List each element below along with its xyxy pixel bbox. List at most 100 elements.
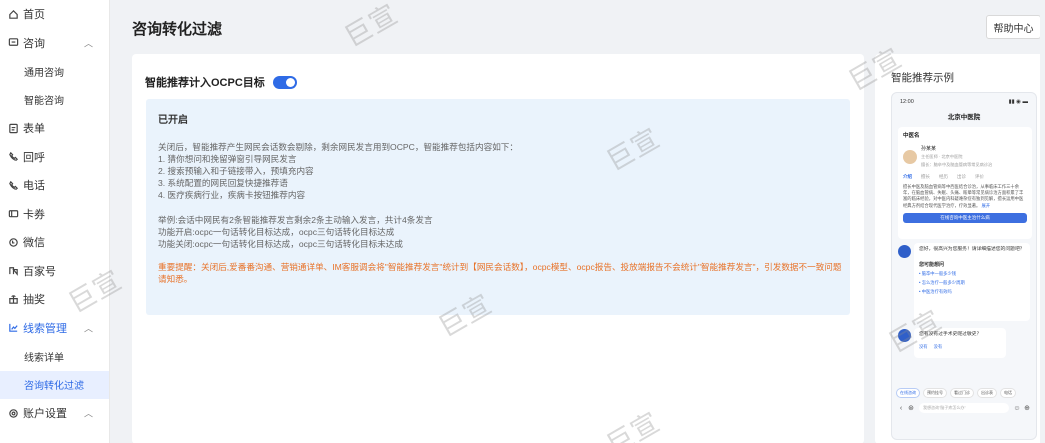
sidebar: 首页 咨询 ︿ 通用咨询 智能咨询 表单 回呼 电话 卡券 微信 百家号 抽奖 … [0, 0, 110, 443]
sidebar-item-lottery[interactable]: 抽奖 [0, 285, 109, 314]
bot-avatar [898, 245, 911, 258]
info-line: 2. 搜索预输入和子链接带入，预填充内容 [158, 166, 314, 176]
consult-cta: 在线咨询中医主治什么病 [903, 212, 1027, 223]
bubble-item: • 脑卒中一般多少钱 [919, 270, 957, 276]
doctor-tab: 介绍 [903, 174, 912, 179]
phone-chip: 出诊表 [977, 388, 997, 398]
sidebar-item-coupon[interactable]: 卡券 [0, 200, 109, 229]
doctor-name: 孙某某 [921, 146, 937, 152]
sidebar-item-label: 首页 [23, 9, 45, 22]
toggle-knob [285, 77, 295, 87]
chart-icon [7, 322, 19, 334]
phone-input-row: ‹ ⊛ 我想咨询"脑子疼怎么办" ☺ ⊕ [896, 401, 1032, 415]
chat-box-icon [7, 37, 19, 49]
example-title: 智能推荐示例 [891, 72, 954, 84]
doctor-card-title: 中医名 [903, 133, 920, 139]
baijiahao-icon [7, 265, 19, 277]
sidebar-item-label: 回呼 [23, 151, 45, 164]
form-icon [7, 122, 19, 134]
ocpc-toggle-row: 智能推荐计入OCPC目标 [145, 74, 297, 90]
sidebar-item-consult-filter[interactable]: 咨询转化过滤 [0, 370, 109, 399]
bubble-text: 您好，很高兴为您服务！请详细描述您的问题吧？ [919, 247, 1025, 252]
settings-card: 智能推荐计入OCPC目标 已开启 关闭后，智能推荐产生网民会话数会剔除，剩余网民… [132, 54, 864, 443]
sidebar-item-label: 智能咨询 [24, 96, 64, 108]
plus-icon: ⊕ [1024, 405, 1030, 412]
sidebar-item-form[interactable]: 表单 [0, 114, 109, 143]
doctor-avatar [903, 149, 917, 164]
callback-icon [7, 151, 19, 163]
chevron-up-icon: ︿ [84, 323, 94, 334]
bubble-item: • 怎么治疗一般多少周期 [919, 279, 965, 285]
sidebar-item-consult[interactable]: 咨询 ︿ [0, 29, 109, 58]
bubble2-option: 没有 [919, 343, 928, 349]
doctor-paragraph-text: 擅长中医及脑血管病等中西医结合诊治，从事临床工作三十余年，在脑血管病、失眠、头痛… [903, 184, 1024, 208]
phone-input: 我想咨询"脑子疼怎么办" [919, 403, 1009, 413]
scrollbar-track[interactable] [1040, 0, 1045, 443]
chevron-up-icon: ︿ [84, 38, 94, 49]
phone-chips: 在线咨询 预约挂号 看过门诊 出诊表 电话 [896, 388, 1016, 398]
info-box: 已开启 关闭后，智能推荐产生网民会话数会剔除，剩余网民发言用到OCPC，智能推荐… [146, 99, 850, 315]
bubble-head: 您可能想问 [919, 261, 945, 268]
info-line: 关闭后，智能推荐产生网民会话数会剔除，剩余网民发言用到OCPC，智能推荐包括内容… [158, 142, 518, 152]
sidebar-item-lead-details[interactable]: 线索详单 [0, 342, 109, 371]
info-line: 1. 猜你想问和挽留弹窗引导网民发言 [158, 154, 297, 164]
home-icon [7, 8, 19, 20]
important-warning: 重要提醒：关闭后,爱番番沟通、营销通详单、IM客服调会将"智能推荐发言"统计到【… [158, 262, 842, 284]
sidebar-item-home[interactable]: 首页 [0, 0, 109, 29]
card-icon [7, 208, 19, 220]
sidebar-item-phone[interactable]: 电话 [0, 171, 109, 200]
example-line: 举例:会话中网民有2条智能推荐发言剩余2条主动输入发言，共计4条发言 [158, 215, 433, 225]
doctor-tab: 经历 [939, 174, 948, 179]
back-icon: ‹ [899, 404, 903, 412]
phone-time: 12:00 [900, 99, 914, 105]
doctor-tab: 评价 [975, 174, 984, 179]
phone-chip: 在线咨询 [896, 388, 920, 398]
gift-icon [7, 293, 19, 305]
info-line: 4. 医疗疾病行业，疾病卡按钮推荐内容 [158, 190, 306, 200]
doctor-tab: 擅长 [921, 174, 930, 179]
phone-chip: 电话 [1000, 388, 1016, 398]
sidebar-item-label: 卡券 [23, 208, 45, 221]
doctor-card: 中医名 孙某某 主任医师 · 北京中医院 擅长：脑卒中及脑血管病等常见病诊治 介… [898, 127, 1032, 239]
emoji-icon: ☺ [1013, 404, 1021, 412]
sidebar-item-label: 微信 [23, 237, 45, 250]
help-center-button[interactable]: 帮助中心 [986, 15, 1041, 39]
phone-hospital-title: 北京中医院 [947, 114, 981, 121]
phone-signal-icon: ▮▮ ◉ ▬ [1008, 99, 1028, 105]
sidebar-item-account-settings[interactable]: 账户设置 ︿ [0, 399, 109, 428]
phone-icon [7, 179, 19, 191]
info-line: 3. 系统配置的网民回复快捷推荐语 [158, 178, 288, 188]
sidebar-item-label: 通用咨询 [24, 67, 64, 79]
sidebar-item-label: 电话 [23, 180, 45, 193]
page-title: 咨询转化过滤 [132, 21, 223, 38]
sidebar-item-smart-consult[interactable]: 智能咨询 [0, 86, 109, 115]
sidebar-item-label: 线索详单 [24, 352, 64, 364]
doctor-tabs: 介绍 擅长 经历 出诊 评价 [903, 174, 1027, 180]
sidebar-item-wechat[interactable]: 微信 [0, 228, 109, 257]
sidebar-item-general-consult[interactable]: 通用咨询 [0, 57, 109, 86]
sidebar-item-label: 咨询转化过滤 [24, 381, 84, 393]
wechat-icon [7, 236, 19, 248]
info-title: 已开启 [158, 115, 188, 126]
phone-chip: 预约挂号 [923, 388, 947, 398]
example-line: 功能开启:ocpc一句话转化目标达成，ocpc三句话转化目标达成 [158, 227, 395, 237]
bubble2-option: 没有 [933, 343, 943, 349]
sidebar-item-leads[interactable]: 线索管理 ︿ [0, 314, 109, 343]
sidebar-item-callback[interactable]: 回呼 [0, 143, 109, 172]
phone-chip: 看过门诊 [950, 388, 974, 398]
sidebar-item-label: 咨询 [23, 37, 45, 50]
chat-bubble-2: 您有没有过手术史呢过敏史？ 没有 没有 [914, 328, 1006, 358]
doctor-paragraph: 擅长中医及脑血管病等中西医结合诊治，从事临床工作三十余年，在脑血管病、失眠、头痛… [903, 184, 1027, 209]
doctor-tab: 出诊 [957, 174, 966, 179]
sidebar-item-baijiahao[interactable]: 百家号 [0, 257, 109, 286]
main-content: 咨询转化过滤 帮助中心 智能推荐计入OCPC目标 已开启 关闭后，智能推荐产生网… [111, 0, 1045, 443]
ocpc-toggle-switch[interactable] [272, 75, 297, 89]
chat-bubble: 您好，很高兴为您服务！请详细描述您的问题吧？ 您可能想问 • 脑卒中一般多少钱 … [914, 243, 1030, 321]
sidebar-item-label: 抽奖 [23, 294, 45, 307]
toggle-label: 智能推荐计入OCPC目标 [145, 77, 265, 89]
more-link: 展开 [981, 202, 991, 208]
bubble2-text: 您有没有过手术史呢过敏史？ [919, 332, 982, 337]
example-line: 功能关闭:ocpc一句话转化目标达成，ocpc三句话转化目标未达成 [158, 239, 403, 249]
voice-icon: ⊛ [908, 405, 914, 412]
doctor-meta: 主任医师 · 北京中医院 [921, 154, 963, 159]
